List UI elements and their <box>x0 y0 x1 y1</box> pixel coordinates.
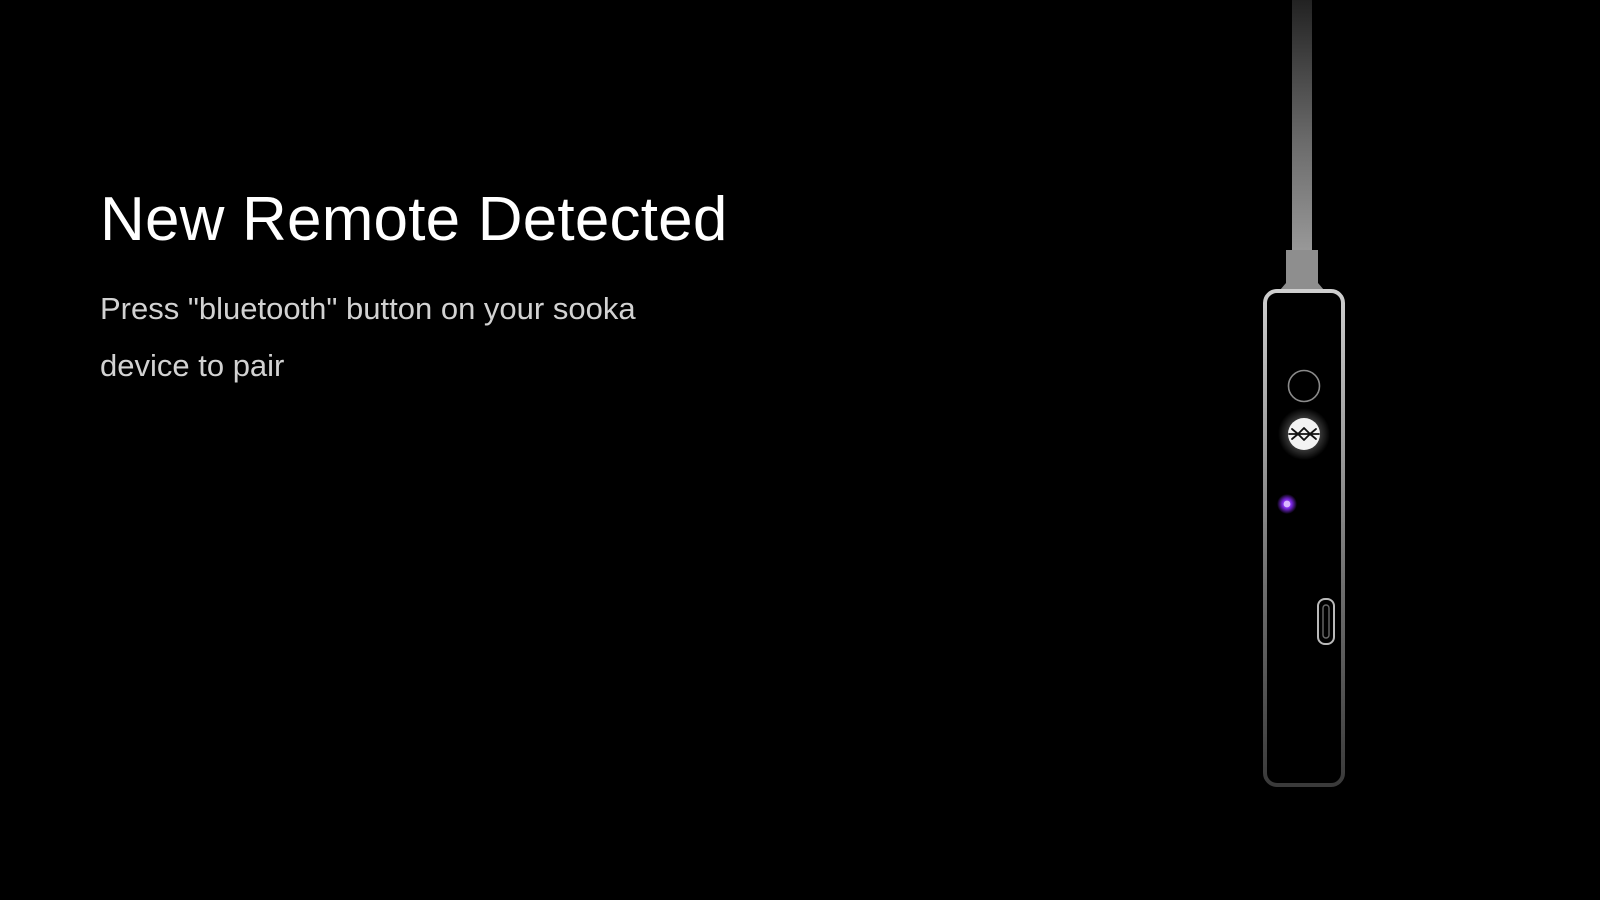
power-button-icon <box>1287 369 1321 403</box>
pairing-instruction: Press "bluetooth" button on your sooka d… <box>100 291 636 383</box>
cable-connector <box>1280 250 1324 290</box>
page-title: New Remote Detected <box>100 185 728 254</box>
device-cable <box>1292 0 1312 255</box>
remote-device-illustration <box>1263 0 1345 787</box>
pairing-screen: New Remote Detected Press "bluetooth" bu… <box>0 0 1600 900</box>
remote-body <box>1263 289 1345 787</box>
indicator-light <box>1283 500 1291 508</box>
pairing-text-block: New Remote Detected Press "bluetooth" bu… <box>100 182 760 394</box>
